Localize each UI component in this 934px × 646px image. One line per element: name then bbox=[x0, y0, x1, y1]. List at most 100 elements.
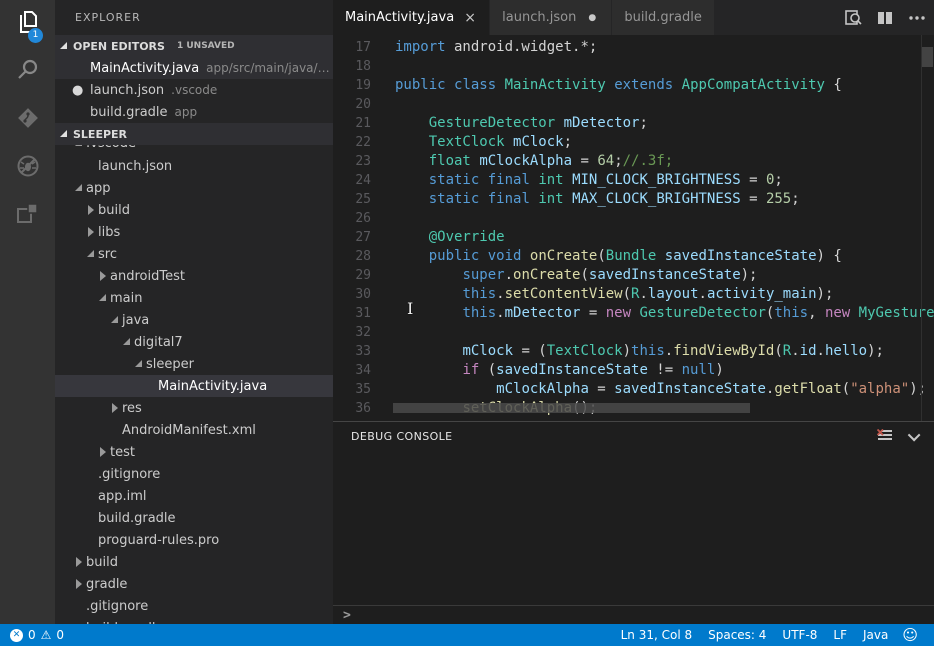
panel-header: DEBUG CONSOLE bbox=[333, 422, 934, 450]
activitybar-explorer[interactable]: 1 bbox=[0, 0, 55, 48]
feedback-smiley-icon[interactable]: ☺ bbox=[896, 626, 924, 644]
code-line-24[interactable]: 24 static final int MIN_CLOCK_BRIGHTNESS… bbox=[333, 171, 934, 190]
tree-item-.gitignore[interactable]: .gitignore bbox=[55, 595, 333, 617]
activitybar-search[interactable] bbox=[0, 48, 55, 96]
console-prompt: > bbox=[343, 608, 351, 623]
tree-item-java[interactable]: java bbox=[55, 309, 333, 331]
tree-item-sleeper[interactable]: sleeper bbox=[55, 353, 333, 375]
open-editor-path: .vscode bbox=[171, 83, 217, 97]
activitybar-extensions[interactable] bbox=[0, 192, 55, 240]
file-tree: .vscodelaunch.json app build libs srcandroid… bbox=[55, 145, 333, 624]
line-content: super.onCreate(savedInstanceState); bbox=[395, 266, 757, 285]
status-item[interactable]: Java bbox=[855, 628, 896, 642]
tree-item-build[interactable]: build bbox=[55, 551, 333, 573]
open-preview-icon[interactable] bbox=[844, 9, 862, 27]
open-editors-header[interactable]: OPEN EDITORS 1 UNSAVED bbox=[55, 35, 333, 57]
tab-build.gradle[interactable]: build.gradle bbox=[612, 0, 715, 35]
tree-item-.vscode[interactable]: .vscode bbox=[55, 145, 333, 155]
horizontal-scrollbar[interactable] bbox=[393, 403, 750, 413]
open-editor-item[interactable]: ●launch.json.vscode bbox=[55, 79, 333, 101]
status-item[interactable]: Ln 31, Col 8 bbox=[613, 628, 701, 642]
tree-item-res[interactable]: res bbox=[55, 397, 333, 419]
chevron-right-icon bbox=[74, 557, 86, 567]
tree-item-label: build bbox=[86, 555, 118, 570]
tree-item-launch.json[interactable]: launch.json bbox=[55, 155, 333, 177]
line-number: 18 bbox=[333, 57, 371, 76]
code-line-35[interactable]: 35 mClockAlpha = savedInstanceState.getF… bbox=[333, 380, 934, 399]
code-line-27[interactable]: 27 @Override bbox=[333, 228, 934, 247]
chevron-down-icon bbox=[122, 337, 134, 347]
dirty-dot-icon: ● bbox=[72, 83, 90, 98]
line-number: 25 bbox=[333, 190, 371, 209]
split-editor-icon[interactable] bbox=[876, 9, 894, 27]
tree-item-gradle[interactable]: gradle bbox=[55, 573, 333, 595]
code-line-34[interactable]: 34 if (savedInstanceState != null) bbox=[333, 361, 934, 380]
vertical-scrollbar-thumb[interactable] bbox=[922, 47, 933, 67]
tree-item-test[interactable]: test bbox=[55, 441, 333, 463]
activitybar-source-control[interactable] bbox=[0, 96, 55, 144]
dirty-dot-icon[interactable]: ● bbox=[585, 13, 599, 23]
tree-item-build.gradle[interactable]: build.gradle bbox=[55, 507, 333, 529]
debug-console-input[interactable]: > bbox=[333, 605, 934, 624]
tree-item-digital7[interactable]: digital7 bbox=[55, 331, 333, 353]
status-item[interactable]: LF bbox=[825, 628, 855, 642]
tree-item-build[interactable]: build bbox=[55, 199, 333, 221]
tab-MainActivity.java[interactable]: MainActivity.java× bbox=[333, 0, 490, 35]
code-line-26[interactable]: 26 bbox=[333, 209, 934, 228]
code-line-22[interactable]: 22 TextClock mClock; bbox=[333, 133, 934, 152]
chevron-right-icon bbox=[74, 579, 86, 589]
code-line-31[interactable]: 31 this.mDetector = new GestureDetector(… bbox=[333, 304, 934, 323]
tree-item-src[interactable]: src bbox=[55, 243, 333, 265]
code-line-20[interactable]: 20 bbox=[333, 95, 934, 114]
tree-item-main[interactable]: main bbox=[55, 287, 333, 309]
tree-item-proguard-rules.pro[interactable]: proguard-rules.pro bbox=[55, 529, 333, 551]
tree-item-app.iml[interactable]: app.iml bbox=[55, 485, 333, 507]
activitybar-badge: 1 bbox=[28, 28, 43, 43]
tab-launch.json[interactable]: launch.json● bbox=[490, 0, 612, 35]
open-editor-item[interactable]: MainActivity.javaapp/src/main/java/digit… bbox=[55, 57, 333, 79]
line-number: 30 bbox=[333, 285, 371, 304]
tree-item-build.gradle[interactable]: build.gradle bbox=[55, 617, 333, 624]
code-line-33[interactable]: 33 mClock = (TextClock)this.findViewById… bbox=[333, 342, 934, 361]
code-line-17[interactable]: 17import android.widget.*; bbox=[333, 38, 934, 57]
code-line-25[interactable]: 25 static final int MAX_CLOCK_BRIGHTNESS… bbox=[333, 190, 934, 209]
tree-section-header[interactable]: SLEEPER bbox=[55, 123, 333, 145]
code-line-19[interactable]: 19public class MainActivity extends AppC… bbox=[333, 76, 934, 95]
tree-item-app[interactable]: app bbox=[55, 177, 333, 199]
code-line-28[interactable]: 28 public void onCreate(Bundle savedInst… bbox=[333, 247, 934, 266]
status-item[interactable]: Spaces: 4 bbox=[700, 628, 774, 642]
tab-debug-console[interactable]: DEBUG CONSOLE bbox=[351, 430, 453, 443]
code-line-18[interactable]: 18 bbox=[333, 57, 934, 76]
close-icon[interactable]: × bbox=[463, 10, 477, 26]
clear-console-icon[interactable] bbox=[877, 429, 893, 443]
tree-item-MainActivity.java[interactable]: MainActivity.java bbox=[55, 375, 333, 397]
tree-item-label: app bbox=[86, 181, 110, 196]
tree-item-label: MainActivity.java bbox=[158, 379, 267, 394]
warning-count: 0 bbox=[56, 628, 64, 642]
tree-item-label: app.iml bbox=[98, 489, 147, 504]
code-line-21[interactable]: 21 GestureDetector mDetector; bbox=[333, 114, 934, 133]
tree-item-AndroidManifest.xml[interactable]: AndroidManifest.xml bbox=[55, 419, 333, 441]
code-editor[interactable]: 17import android.widget.*;1819public cla… bbox=[333, 35, 934, 421]
code-line-29[interactable]: 29 super.onCreate(savedInstanceState); bbox=[333, 266, 934, 285]
code-line-30[interactable]: 30 this.setContentView(R.layout.activity… bbox=[333, 285, 934, 304]
vertical-scrollbar-track[interactable] bbox=[921, 35, 934, 421]
status-right: Ln 31, Col 8Spaces: 4UTF-8LFJava☺ bbox=[613, 626, 934, 644]
activitybar-debug[interactable] bbox=[0, 144, 55, 192]
tree-item-androidTest[interactable]: androidTest bbox=[55, 265, 333, 287]
more-actions-icon[interactable] bbox=[908, 9, 926, 27]
line-number: 21 bbox=[333, 114, 371, 133]
code-line-23[interactable]: 23 float mClockAlpha = 64;//.3f; bbox=[333, 152, 934, 171]
chevron-right-icon bbox=[86, 227, 98, 237]
tree-item-.gitignore[interactable]: .gitignore bbox=[55, 463, 333, 485]
problems-status[interactable]: ✕ 0 ⚠ 0 bbox=[0, 628, 64, 642]
tree-item-libs[interactable]: libs bbox=[55, 221, 333, 243]
status-item[interactable]: UTF-8 bbox=[774, 628, 825, 642]
tree-item-label: java bbox=[122, 313, 149, 328]
line-number: 32 bbox=[333, 323, 371, 342]
error-count: 0 bbox=[28, 628, 36, 642]
code-line-32[interactable]: 32 bbox=[333, 323, 934, 342]
tree-item-label: libs bbox=[98, 225, 120, 240]
open-editor-item[interactable]: build.gradleapp bbox=[55, 101, 333, 123]
collapse-panel-icon[interactable] bbox=[911, 432, 920, 441]
